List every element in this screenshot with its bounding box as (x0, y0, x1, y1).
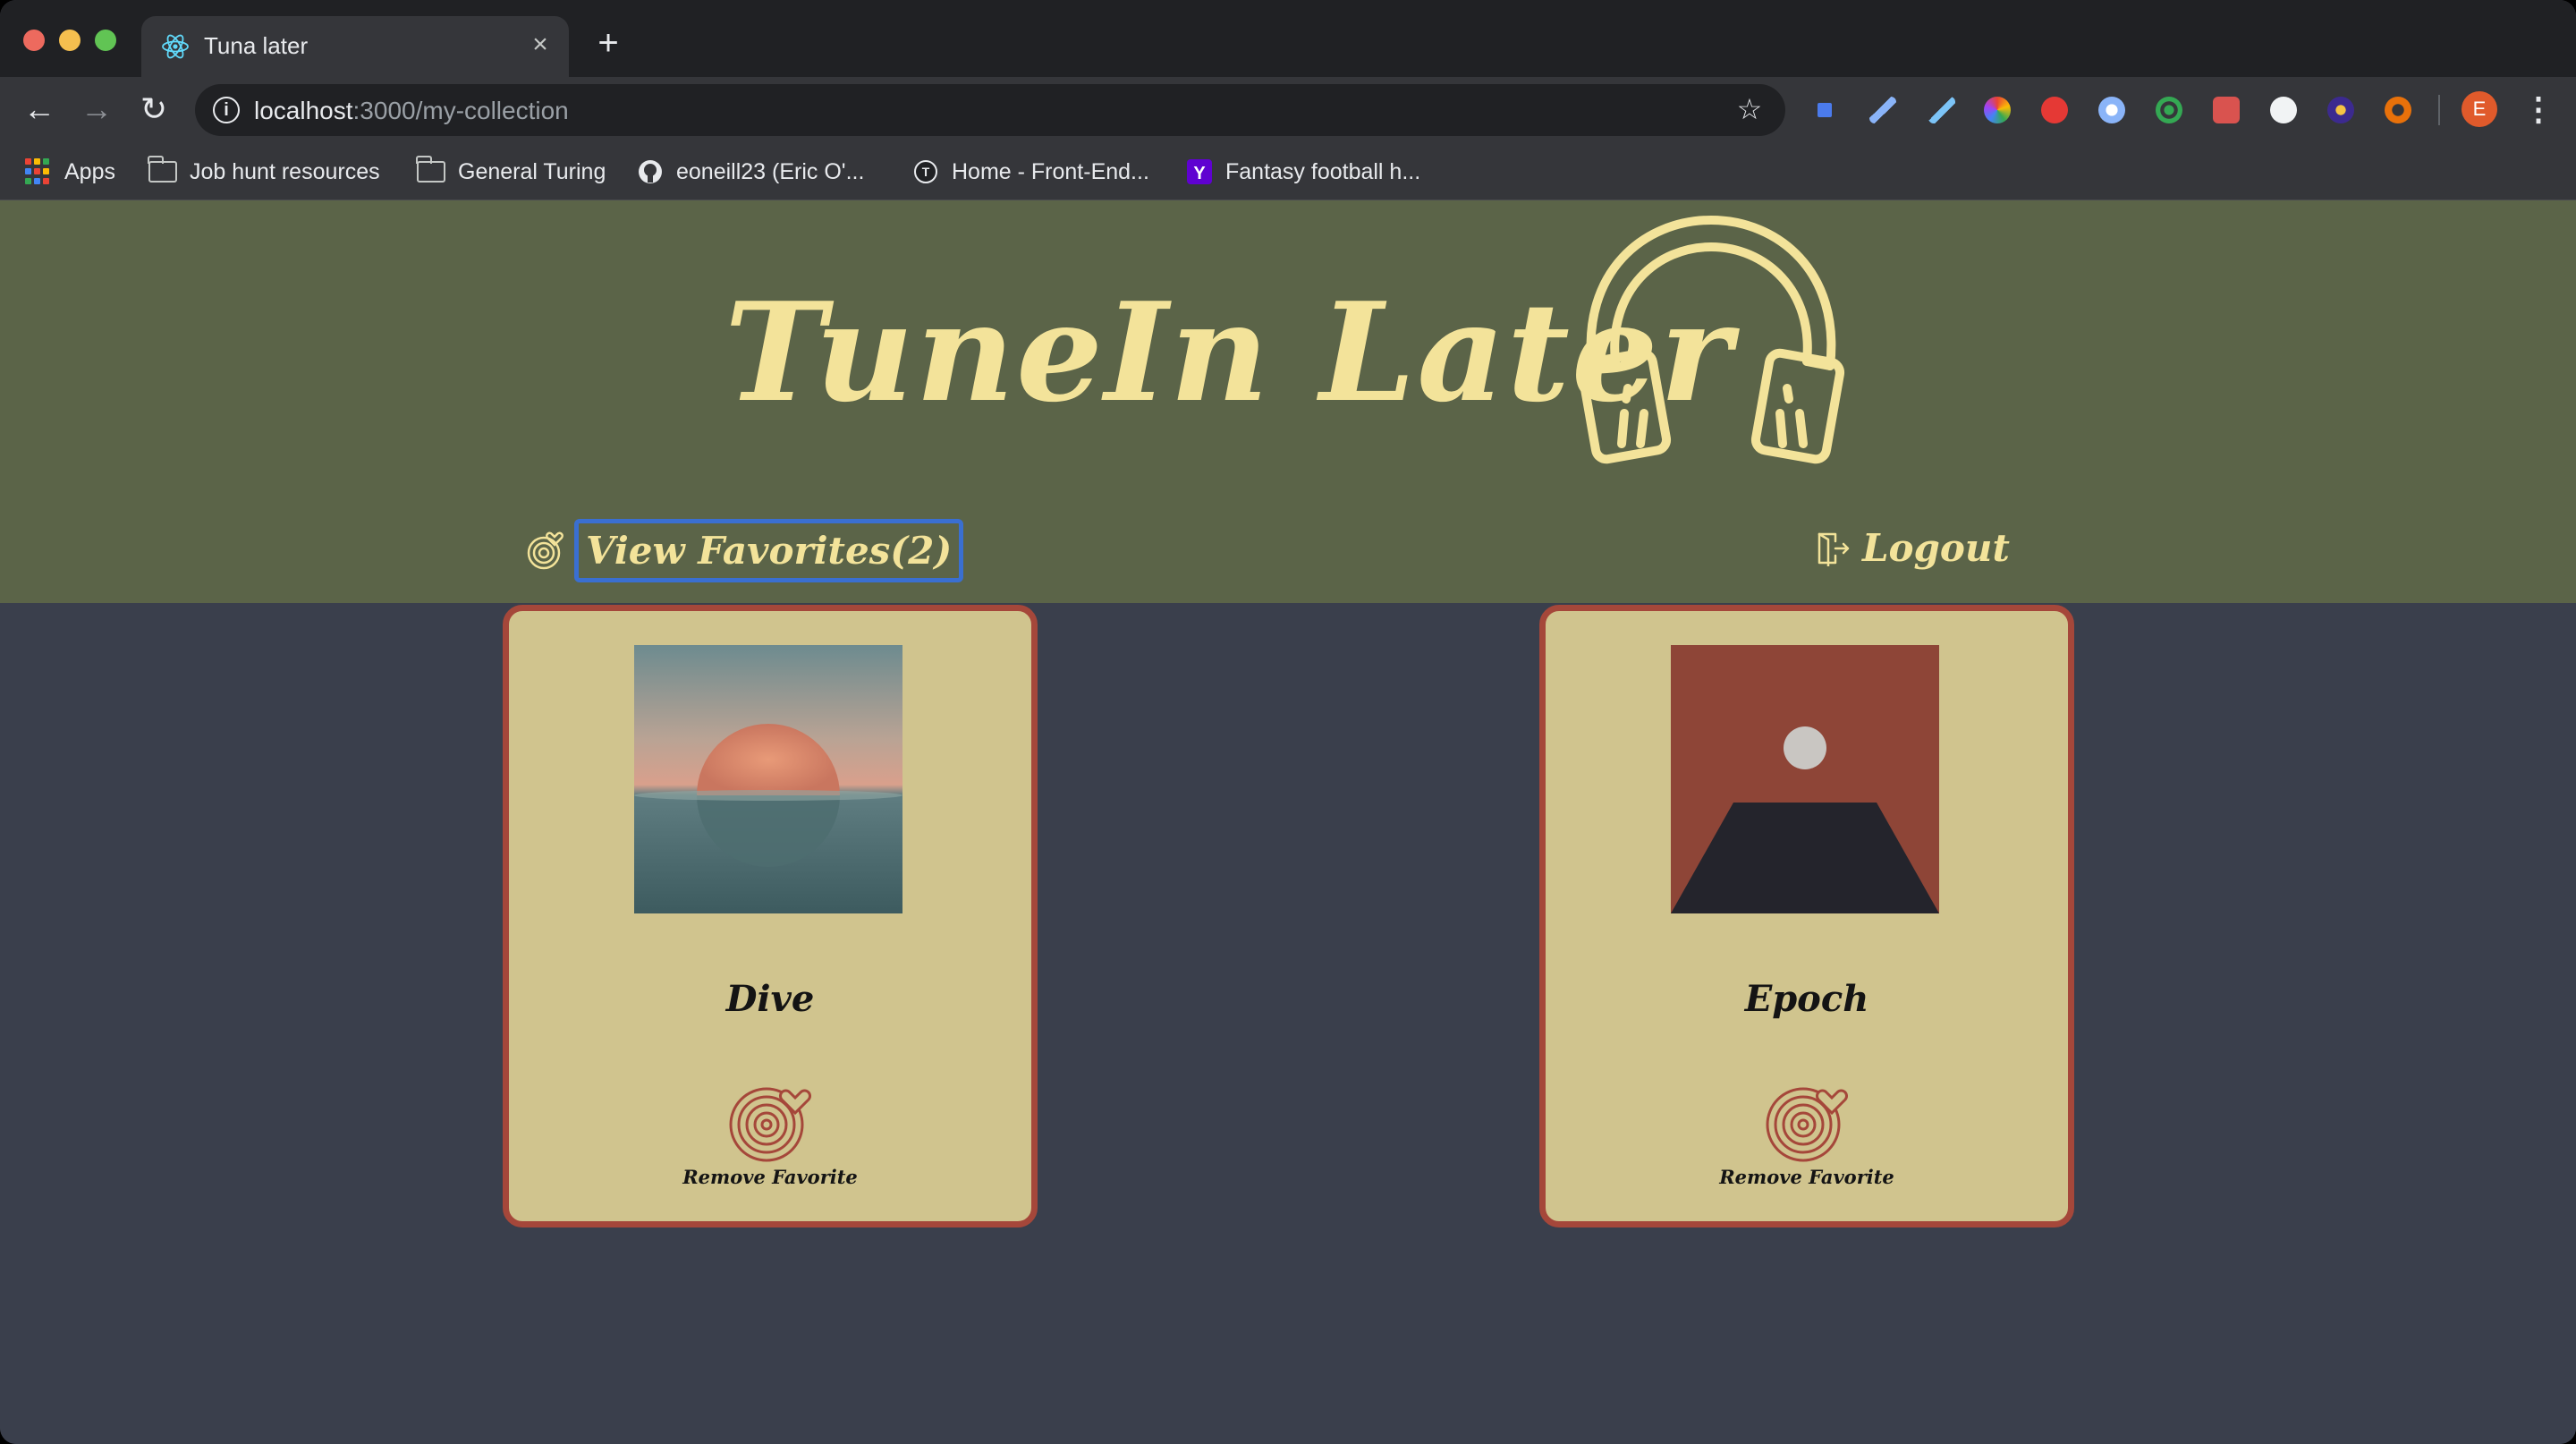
record-heart-icon (729, 1087, 811, 1162)
bookmarks-bar: Apps Job hunt resources General Turing e… (0, 141, 2576, 200)
browser-tab[interactable]: Tuna later × (141, 16, 569, 77)
orange-ring-extension-icon[interactable] (2385, 97, 2411, 123)
album-cover-epoch[interactable] (1671, 645, 1939, 913)
bookmark-star-icon[interactable]: ☆ (1733, 93, 1766, 125)
turing-icon: T (914, 160, 937, 183)
eyedropper-extension-icon[interactable] (1869, 97, 1896, 123)
svg-text:T: T (922, 165, 930, 179)
remove-favorite-label: Remove Favorite (1719, 1166, 1894, 1188)
bookmark-front-end[interactable]: T Home - Front-End... (912, 154, 1149, 190)
url-path: :3000/my-collection (352, 97, 569, 124)
bookmark-fantasy-football[interactable]: Y Fantasy football h... (1186, 154, 1420, 190)
bookmark-general-turing[interactable]: General Turing (416, 154, 606, 190)
tab-title: Tuna later (204, 32, 309, 59)
remove-favorite-label: Remove Favorite (682, 1166, 858, 1188)
remove-favorite-button[interactable]: Remove Favorite (1546, 1082, 2068, 1188)
album-title: Epoch (1744, 978, 1869, 1020)
zoom-window-button[interactable] (95, 30, 116, 51)
yahoo-icon: Y (1187, 159, 1212, 184)
folder-icon (148, 156, 177, 183)
address-bar[interactable]: i localhost:3000/my-collection ☆ (195, 84, 1785, 136)
bookmark-label: Home - Front-End... (952, 158, 1149, 184)
view-favorites-label: View Favorites(2) (574, 519, 964, 582)
bookmark-label: eoneill23 (Eric O'... (676, 158, 865, 184)
profile-avatar[interactable]: E (2462, 91, 2497, 127)
folder-icon (416, 156, 445, 183)
bookmark-label: General Turing (458, 158, 606, 184)
bookmark-github[interactable]: eoneill23 (Eric O'... (637, 154, 864, 190)
target-extension-icon[interactable] (2098, 97, 2125, 123)
logout-label: Logout (1862, 526, 2010, 570)
url-text: localhost:3000/my-collection (254, 97, 569, 125)
remove-favorite-button[interactable]: Remove Favorite (509, 1082, 1031, 1188)
apps-grid-icon (25, 158, 52, 185)
url-host: localhost (254, 97, 353, 124)
highlighter-extension-icon[interactable] (1928, 97, 1955, 123)
bookmark-label: Apps (64, 158, 115, 184)
bookmark-job-hunt[interactable]: Job hunt resources (148, 154, 380, 190)
github-icon (639, 160, 662, 183)
bookmark-label: Job hunt resources (190, 158, 380, 184)
bookmark-label: Fantasy football h... (1225, 158, 1421, 184)
site-info-icon[interactable]: i (213, 97, 240, 123)
tab-close-icon[interactable]: × (524, 29, 556, 61)
browser-toolbar: ← → ↻ i localhost:3000/my-collection ☆ E… (0, 77, 2576, 141)
album-cover-dive[interactable] (634, 645, 902, 913)
record-heart-icon (527, 531, 564, 569)
reload-button[interactable]: ↻ (132, 88, 175, 131)
browser-window: Tuna later × + ← → ↻ i localhost:3000/my… (0, 0, 2576, 1444)
view-favorites-link[interactable]: View Favorites(2) (526, 519, 964, 582)
toolbar-divider (2438, 95, 2440, 125)
forward-button[interactable]: → (75, 88, 118, 131)
back-button[interactable]: ← (18, 88, 61, 131)
tab-strip: Tuna later × + (0, 0, 2576, 77)
record-heart-icon (1766, 1087, 1848, 1162)
minimize-window-button[interactable] (59, 30, 80, 51)
new-tab-button[interactable]: + (590, 25, 626, 61)
logout-link[interactable]: Logout (1816, 526, 2010, 570)
planet-extension-icon[interactable] (2327, 97, 2354, 123)
app-page: TuneIn Later View Favorites(2) Logout Di… (0, 200, 2576, 1444)
album-card: Epoch Remove Favorite (1539, 605, 2074, 1227)
logout-icon (1818, 532, 1850, 566)
svg-text:Y: Y (1193, 164, 1206, 183)
close-window-button[interactable] (23, 30, 45, 51)
stop-hand-extension-icon[interactable] (2041, 97, 2068, 123)
headphones-icon (1577, 216, 1845, 464)
puzzle-extension-icon[interactable] (2213, 97, 2240, 123)
rings-extension-icon[interactable] (2156, 97, 2182, 123)
smiley-extension-icon[interactable] (2270, 97, 2297, 123)
album-title: Dive (725, 978, 815, 1020)
browser-menu-icon[interactable]: ⋮ (2522, 89, 2555, 129)
react-icon (162, 34, 189, 59)
app-header: TuneIn Later View Favorites(2) Logout (0, 200, 2576, 603)
bookmark-apps[interactable]: Apps (25, 154, 115, 190)
album-card: Dive Remove Favorite (503, 605, 1038, 1227)
color-wheel-extension-icon[interactable] (1984, 97, 2011, 123)
extension-icon[interactable] (1818, 103, 1832, 117)
